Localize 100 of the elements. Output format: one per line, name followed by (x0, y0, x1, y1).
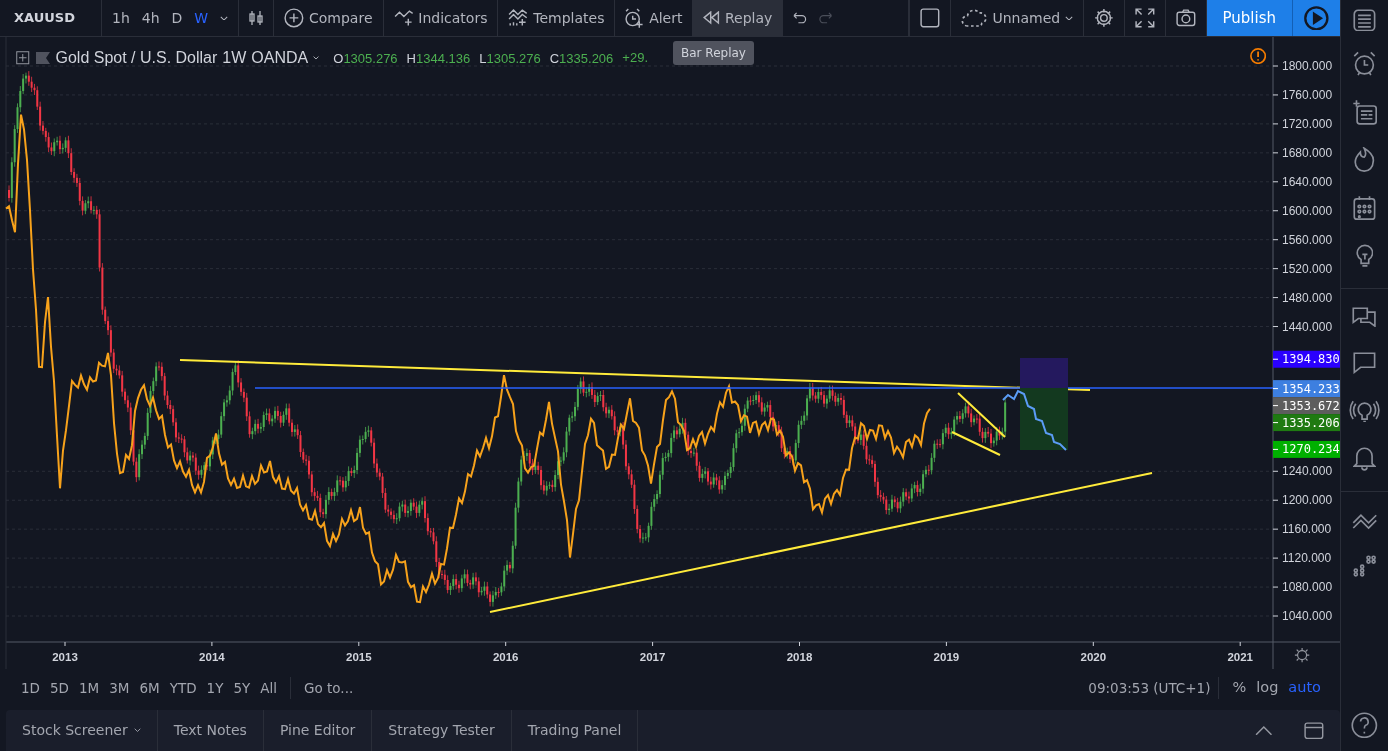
symbol-title: Gold Spot / U.S. Dollar (55, 48, 218, 68)
alarm-clock-icon (625, 7, 645, 29)
change-value: +29. (622, 49, 648, 68)
price-axis-label: 1560.000 (1282, 232, 1333, 247)
calendar-icon (1353, 195, 1376, 221)
scale-option-button[interactable]: % (1227, 675, 1252, 701)
price-axis-label: 1720.000 (1282, 116, 1333, 131)
ohlc-value: 1305.276 (343, 51, 398, 66)
tooltip: Bar Replay (673, 41, 754, 65)
time-axis-label: 2013 (52, 651, 78, 663)
scale-option-button[interactable]: auto (1283, 675, 1326, 701)
ohlc-key: O (333, 51, 344, 66)
lightbulb-icon (1355, 244, 1374, 268)
range-button[interactable]: 1Y (201, 675, 229, 701)
range-button[interactable]: 1M (73, 675, 105, 701)
price-axis-label: 1480.000 (1282, 290, 1333, 305)
price-axis-label: 1760.000 (1282, 87, 1333, 102)
price-label: 1270.234 (1282, 442, 1340, 457)
time-axis-label: 2017 (639, 651, 666, 663)
settings-icon[interactable] (1294, 647, 1311, 664)
flame-icon (1354, 147, 1375, 173)
publish-button[interactable]: Publish (1206, 0, 1292, 36)
symbol-search-button[interactable]: XAUUSD (4, 8, 85, 28)
panel-tab[interactable]: Stock Screener (6, 710, 158, 751)
price-axis-label: 1600.000 (1282, 203, 1333, 218)
time-axis-label: 2015 (346, 651, 372, 663)
scale-option-button[interactable]: log (1251, 675, 1284, 701)
ohlc-key: C (549, 51, 560, 66)
go-to-button[interactable]: Go to... (299, 675, 359, 701)
range-button[interactable]: YTD (164, 675, 202, 701)
caret-icon (1065, 15, 1074, 21)
price-axis-label: 1640.000 (1282, 174, 1333, 189)
time-axis-label: 2014 (199, 651, 225, 663)
price-label: 1335.206 (1282, 415, 1340, 430)
chevron-up-icon (1254, 725, 1273, 736)
cloud-icon (961, 8, 988, 28)
panel-tab[interactable]: Pine Editor (263, 710, 373, 751)
time-axis-label: 2018 (786, 651, 813, 663)
price-axis-label: 1160.000 (1282, 522, 1332, 537)
panel-tab[interactable]: Text Notes (157, 710, 264, 751)
layout-button[interactable]: Unnamed (955, 3, 1080, 33)
price-label: 1353.672 (1282, 398, 1340, 413)
menu-icon (1353, 8, 1376, 32)
range-button[interactable]: 3M (104, 675, 135, 701)
interval-button[interactable]: D (165, 3, 189, 33)
range-button[interactable]: All (255, 675, 283, 701)
candlestick-icon (249, 10, 264, 26)
price-axis-label: 1520.000 (1282, 261, 1333, 276)
chat-bubbles-icon (1352, 306, 1377, 328)
panel-tab[interactable]: Trading Panel (511, 710, 639, 751)
price-label: 1354.233 (1282, 381, 1340, 396)
price-axis-label: 1680.000 (1282, 145, 1333, 160)
source-label[interactable]: OANDA (251, 46, 309, 70)
ohlc-key: H (406, 51, 416, 66)
redo-icon (818, 12, 833, 24)
price-axis-label: 1120.000 (1282, 551, 1332, 566)
toolbar-button[interactable]: Replay (693, 0, 783, 36)
rewind-icon (703, 11, 720, 25)
time-axis-label: 2019 (933, 651, 960, 663)
window-icon (1304, 721, 1324, 740)
price-axis-label: 1240.000 (1282, 464, 1333, 479)
warning-icon[interactable] (1250, 48, 1267, 65)
square-icon (920, 8, 941, 28)
toolbar-button[interactable]: Alert (619, 3, 689, 33)
caret-icon (133, 728, 141, 733)
play-button[interactable] (1292, 0, 1340, 36)
price-axis-label: 1200.000 (1282, 493, 1333, 508)
toolbar-button[interactable]: Templates (502, 3, 611, 33)
time-axis-label: 2021 (1227, 651, 1253, 663)
clock-label: 09:03:53 (UTC+1) (1088, 678, 1211, 698)
panel-tab[interactable]: Strategy Tester (372, 710, 512, 751)
ohlc-key: L (479, 51, 487, 66)
undo-icon (793, 12, 807, 24)
wave-plus-icon (508, 9, 529, 27)
range-button[interactable]: 6M (134, 675, 165, 701)
zigzag-plus-icon (393, 9, 414, 27)
price-label: 1394.830 (1282, 352, 1340, 367)
time-axis-label: 2016 (492, 651, 519, 663)
range-button[interactable]: 5Y (228, 675, 256, 701)
range-button[interactable]: 1D (16, 675, 45, 701)
plus-circle-icon (284, 8, 304, 28)
camera-icon (1175, 9, 1196, 27)
price-axis-label: 1080.000 (1282, 580, 1333, 595)
toolbar-button[interactable]: Compare (278, 3, 379, 33)
settings-icon (1094, 8, 1114, 28)
caret-icon (220, 15, 229, 21)
price-axis-label: 1040.000 (1282, 609, 1333, 623)
profit-zone (1020, 388, 1068, 450)
broadcast-bulb-icon (1348, 399, 1381, 423)
interval-button[interactable]: 1h (106, 3, 136, 33)
dots-icon (1352, 554, 1377, 578)
toolbar-button[interactable]: Indicators (387, 3, 494, 33)
bell-icon (1353, 446, 1376, 472)
range-button[interactable]: 5D (45, 675, 74, 701)
chevrons-icon (1351, 514, 1378, 530)
interval-button[interactable]: 4h (135, 3, 166, 33)
target-zone (1020, 358, 1068, 388)
alarm-clock-icon (1353, 51, 1376, 77)
interval-button[interactable]: W (188, 3, 215, 33)
fullscreen-icon (1134, 8, 1155, 28)
